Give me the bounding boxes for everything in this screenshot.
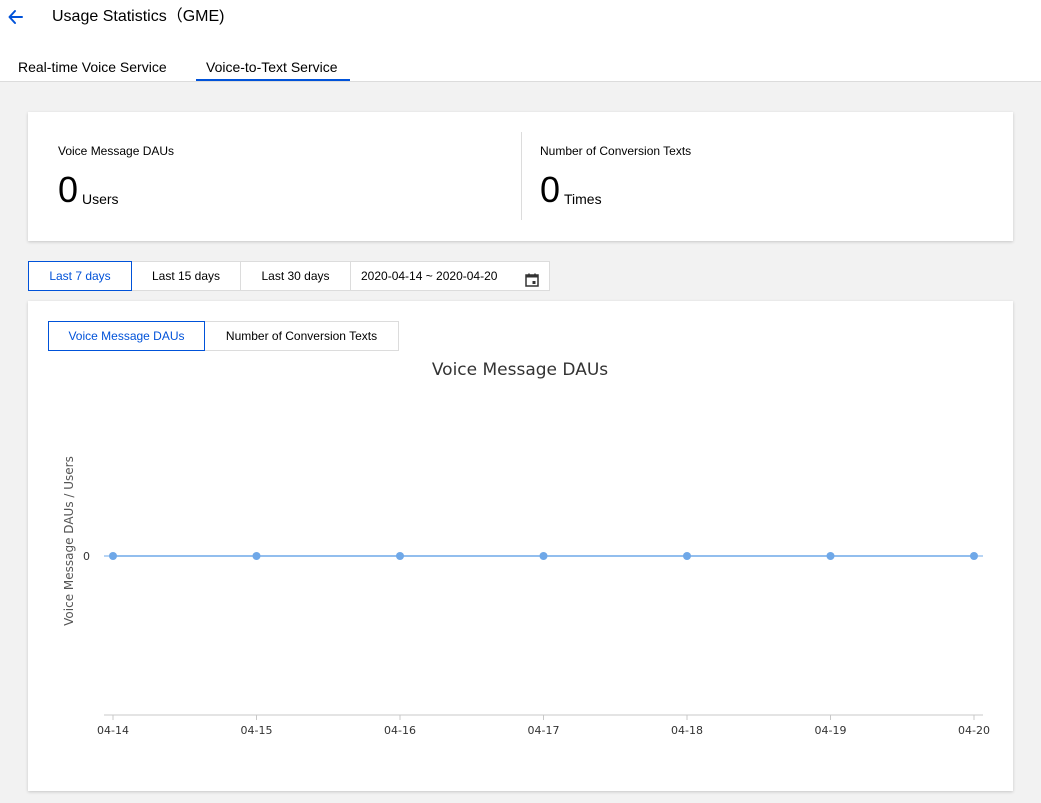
arrow-left-icon[interactable] — [6, 7, 26, 27]
x-tick-label: 04-19 — [815, 724, 847, 737]
active-tab-indicator — [196, 79, 350, 81]
data-point — [683, 552, 691, 560]
range-last-30-days-button[interactable]: Last 30 days — [240, 261, 351, 291]
x-tick-label: 04-18 — [671, 724, 703, 737]
data-point — [970, 552, 978, 560]
line-chart: Voice Message DAUs Voice Message DAUs / U… — [62, 360, 990, 737]
tab-voice-to-text-service[interactable]: Voice-to-Text Service — [206, 59, 338, 75]
x-tick-label: 04-15 — [241, 724, 273, 737]
chart-title: Voice Message DAUs — [432, 360, 608, 380]
x-tick-label: 04-14 — [97, 724, 129, 737]
date-range-picker[interactable]: 2020-04-14 ~ 2020-04-20 — [350, 261, 550, 291]
dau-unit: Users — [82, 191, 119, 207]
conversions-unit: Times — [564, 191, 602, 207]
summary-divider — [521, 132, 522, 220]
y-axis-label: Voice Message DAUs / Users — [62, 456, 76, 626]
x-tick-label: 04-20 — [958, 724, 990, 737]
x-tick-label: 04-17 — [528, 724, 560, 737]
y-tick-label: 0 — [83, 550, 90, 563]
range-last-15-days-button[interactable]: Last 15 days — [131, 261, 241, 291]
top-bar: Usage Statistics（GME) Real-time Voice Se… — [0, 0, 1041, 82]
data-point — [252, 552, 261, 560]
data-point — [539, 552, 548, 560]
page-title: Usage Statistics（GME) — [52, 8, 225, 25]
dau-value: 0 — [58, 169, 79, 210]
chart-tab-voice-message-daus[interactable]: Voice Message DAUs — [48, 321, 205, 351]
summary-card: Voice Message DAUs 0 Users Number of Con… — [28, 112, 1013, 241]
conversions-label: Number of Conversion Texts — [540, 144, 692, 158]
conversions-value: 0 — [540, 169, 561, 210]
data-point — [396, 552, 404, 560]
data-point — [826, 552, 835, 560]
x-tick-label: 04-16 — [384, 724, 416, 737]
tab-real-time-voice-service[interactable]: Real-time Voice Service — [18, 59, 167, 75]
dau-label: Voice Message DAUs — [58, 144, 175, 158]
date-range-text: 2020-04-14 ~ 2020-04-20 — [361, 269, 498, 283]
data-point — [109, 552, 117, 560]
chart-card: Voice Message DAUs Number of Conversion … — [28, 301, 1013, 791]
range-last-7-days-button[interactable]: Last 7 days — [28, 261, 132, 291]
calendar-icon[interactable] — [525, 269, 539, 287]
